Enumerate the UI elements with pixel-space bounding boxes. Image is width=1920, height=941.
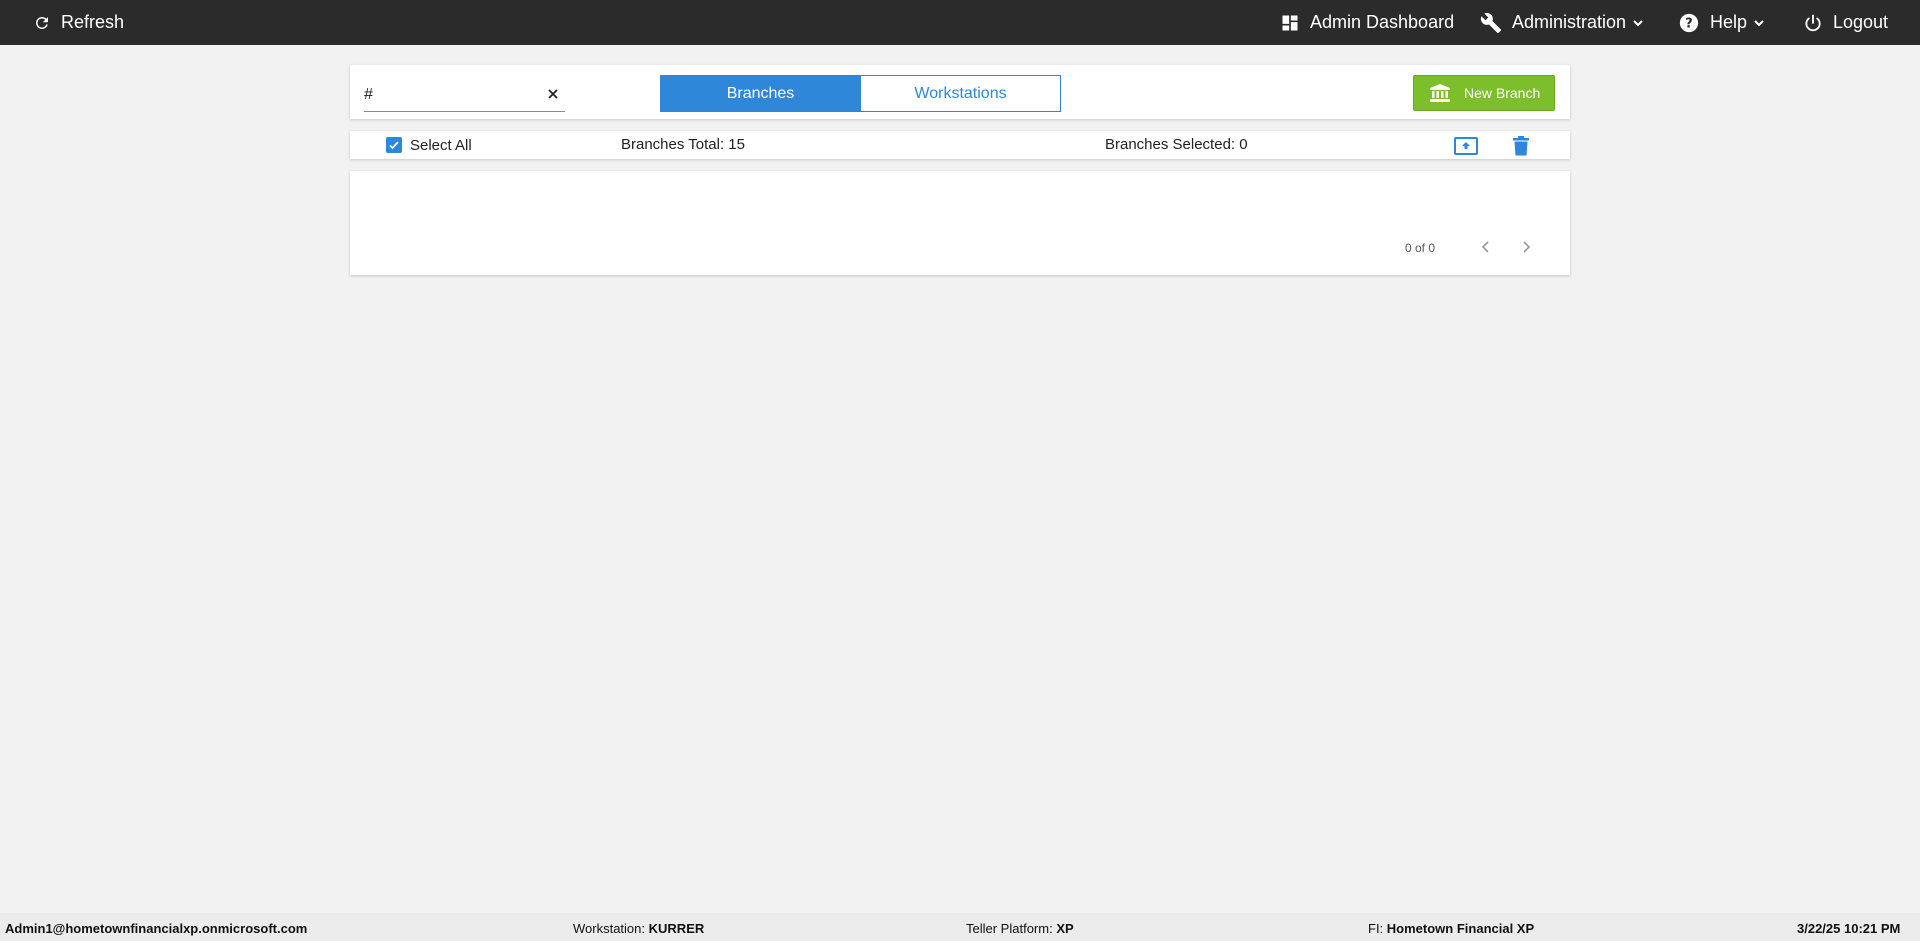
chevron-down-icon	[1754, 19, 1764, 26]
upload-icon[interactable]	[1454, 136, 1478, 156]
branch-list: 0 of 0	[350, 171, 1570, 275]
status-workstation: Workstation: KURRER	[573, 921, 704, 936]
selection-bar: Select All Branches Total: 15 Branches S…	[350, 131, 1570, 159]
fi-value: Hometown Financial XP	[1386, 921, 1535, 936]
status-fi: FI: Hometown Financial XP	[1368, 921, 1534, 936]
new-branch-button[interactable]: New Branch	[1413, 75, 1555, 111]
fi-label: FI:	[1368, 921, 1384, 936]
check-icon	[389, 141, 399, 150]
refresh-icon	[36, 16, 48, 29]
chevron-left-icon[interactable]	[1478, 239, 1494, 255]
help-icon: ?	[1679, 13, 1699, 32]
chevron-down-icon	[1633, 19, 1643, 26]
trash-icon[interactable]	[1513, 136, 1529, 156]
svg-text:?: ?	[1685, 16, 1692, 31]
tab-workstations[interactable]: Workstations	[860, 76, 1060, 111]
status-datetime: 3/22/25 10:21 PM	[1797, 921, 1901, 936]
top-navigation-bar: Refresh Admin Dashboard Administration ?…	[0, 0, 1920, 45]
chevron-right-icon[interactable]	[1518, 239, 1534, 255]
search-field	[364, 80, 565, 112]
view-toggle: Branches Workstations	[660, 75, 1061, 112]
search-input[interactable]	[364, 83, 534, 107]
pager-count: 0 of 0	[1405, 241, 1436, 255]
tab-branches[interactable]: Branches	[661, 76, 860, 111]
select-all-checkbox[interactable]	[386, 137, 402, 153]
administration-menu[interactable]: Administration	[1480, 0, 1644, 45]
wrench-icon	[1480, 12, 1502, 33]
workstation-label: Workstation:	[573, 921, 646, 936]
branches-total: Branches Total: 15	[621, 136, 745, 153]
refresh-label: Refresh	[61, 12, 125, 32]
administration-label: Administration	[1512, 12, 1627, 32]
logout-button[interactable]: Logout	[1803, 0, 1888, 45]
admin-dashboard-link[interactable]: Admin Dashboard	[1280, 0, 1454, 45]
power-icon	[1805, 14, 1821, 31]
bank-icon	[1430, 84, 1450, 102]
workstation-value: KURRER	[648, 921, 705, 936]
refresh-button[interactable]: Refresh	[33, 0, 124, 45]
help-label: Help	[1710, 12, 1748, 32]
help-menu[interactable]: ? Help	[1678, 0, 1765, 45]
teller-platform-label: Teller Platform:	[966, 921, 1053, 936]
status-bar: Admin1@hometownfinancialxp.onmicrosoft.c…	[0, 913, 1920, 941]
status-user: Admin1@hometownfinancialxp.onmicrosoft.c…	[5, 921, 308, 936]
branches-selected: Branches Selected: 0	[1105, 136, 1248, 153]
teller-platform-value: XP	[1056, 921, 1074, 936]
dashboard-icon	[1282, 15, 1298, 30]
admin-dashboard-label: Admin Dashboard	[1310, 12, 1455, 32]
status-teller-platform: Teller Platform: XP	[966, 921, 1074, 936]
logout-label: Logout	[1833, 12, 1889, 32]
branch-toolbar: Branches Workstations New Branch	[350, 65, 1570, 119]
new-branch-label: New Branch	[1464, 85, 1541, 101]
close-icon[interactable]	[545, 86, 561, 102]
select-all-label[interactable]: Select All	[410, 137, 472, 154]
